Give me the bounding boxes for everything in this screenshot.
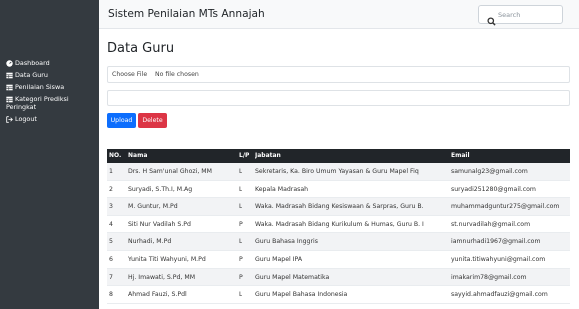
sidebar-item-dashboard[interactable]: Dashboard (0, 59, 99, 67)
cell-email: st.nurvadilah@gmail.com (451, 220, 531, 228)
table-row: 2 Suryadi, S.Th.I, M.Ag L Kepala Madrasah su… (107, 181, 570, 199)
cell-lp: L (239, 238, 243, 246)
sidebar-nav: Dashboard Data Guru Penilaian Siswa Kate… (0, 59, 99, 127)
choose-file-button[interactable]: Choose File (112, 71, 147, 78)
table-header: NO. Nama L/P Jabatan Email (107, 149, 570, 163)
upload-button[interactable]: Upload (107, 113, 136, 128)
page-title: Data Guru (107, 41, 175, 56)
sidebar-item-label: Kategori Prediksi Peringkat (6, 95, 69, 111)
sidebar-item-label: Penilaian Siswa (15, 83, 65, 91)
sidebar-item-label-line2: Peringkat (6, 103, 37, 111)
cell-lp: L (239, 168, 243, 175)
cell-no: 3 (109, 203, 113, 211)
cell-jabatan: Kepala Madrasah (255, 185, 309, 193)
cell-lp: L (239, 185, 243, 193)
search-icon (487, 11, 496, 26)
table-row: 7 Hj. Imawati, S.Pd, MM P Guru Mapel Matema… (107, 268, 570, 287)
file-input[interactable]: Choose File No file chosen (107, 66, 570, 83)
cell-no: 2 (109, 185, 113, 193)
cell-no: 1 (109, 168, 113, 175)
column-header-email: Email (451, 152, 470, 159)
table-icon (6, 72, 13, 79)
sidebar-item-logout[interactable]: Logout (0, 115, 99, 123)
cell-jabatan: Waka. Madrasah Bidang Kesiswaan & Sarpra… (255, 203, 424, 211)
text-field[interactable] (107, 90, 570, 106)
file-status-text: No file chosen (155, 71, 199, 78)
cell-nama: Suryadi, S.Th.I, M.Ag (128, 185, 193, 193)
table-row: 6 Yunita Titi Wahyuni, M.Pd P Guru Mapel IP… (107, 251, 570, 269)
cell-jabatan: Guru Mapel IPA (255, 255, 303, 263)
cell-nama: Siti Nur Vadilah S.Pd (128, 220, 191, 228)
sidebar-item-data-guru[interactable]: Data Guru (0, 71, 99, 79)
cell-no: 5 (109, 238, 113, 246)
cell-no: 4 (109, 220, 113, 228)
cell-email: samunalg23@gmail.com (451, 168, 528, 175)
cell-nama: Hj. Imawati, S.Pd, MM (128, 273, 196, 281)
delete-button[interactable]: Delete (138, 113, 167, 128)
cell-no: 7 (109, 273, 113, 281)
cell-email: iamnurhadi1967@gmail.com (451, 238, 541, 246)
table-icon (6, 84, 13, 91)
table-row: 3 M. Guntur, M.Pd L Waka. Madrasah Bidang K… (107, 198, 570, 216)
cell-nama: Yunita Titi Wahyuni, M.Pd (128, 255, 206, 263)
cell-lp: L (239, 291, 243, 299)
column-header-jabatan: Jabatan (255, 152, 281, 159)
cell-email: sayyid.ahmadfauzi@gmail.com (451, 291, 548, 299)
cell-jabatan: Guru Mapel Matematika (255, 273, 330, 281)
sidebar-item-penilaian-siswa[interactable]: Penilaian Siswa (0, 83, 99, 91)
dashboard-icon (6, 59, 13, 67)
table-icon (6, 96, 13, 103)
cell-jabatan: Guru Mapel Bahasa Indonesia (255, 291, 348, 299)
cell-email: muhammadguntur275@gmail.com (451, 203, 560, 211)
cell-no: 6 (109, 255, 113, 263)
table-row: 8 Ahmad Fauzi, S.Pdl L Guru Mapel Bahasa In… (107, 286, 570, 304)
cell-email: suryadi251280@gmail.com (451, 185, 536, 193)
cell-nama: Ahmad Fauzi, S.Pdl (128, 291, 187, 299)
cell-jabatan: Sekretaris, Ka. Biro Umum Yayasan & Guru… (255, 168, 419, 175)
cell-jabatan: Guru Bahasa Inggris (255, 238, 318, 246)
sidebar: Dashboard Data Guru Penilaian Siswa Kate… (0, 0, 99, 309)
cell-lp: L (239, 203, 243, 211)
cell-email: yunita.titiwahyuni@gmail.com (451, 255, 546, 263)
column-header-nama: Nama (128, 152, 148, 159)
cell-lp: P (239, 220, 243, 228)
table-row: 1 Drs. H Sam'unal Ghozi, MM L Sekretaris, K… (107, 163, 570, 181)
top-navbar: Sistem Penilaian MTs Annajah Search (99, 0, 579, 29)
app-title[interactable]: Sistem Penilaian MTs Annajah (108, 8, 265, 20)
sidebar-item-label: Dashboard (15, 59, 50, 67)
sidebar-item-label: Data Guru (15, 71, 48, 79)
search-placeholder: Search (498, 11, 521, 19)
cell-email: imakarim78@gmail.com (451, 273, 527, 281)
search-input[interactable]: Search (478, 5, 563, 26)
cell-no: 8 (109, 291, 113, 299)
sidebar-item-label: Logout (15, 115, 37, 123)
sidebar-item-label-line1: Kategori Prediksi (15, 95, 69, 103)
main-content: Data Guru Choose File No file chosen Upl… (99, 29, 579, 309)
sidebar-item-kategori-prediksi[interactable]: Kategori Prediksi Peringkat (0, 95, 99, 111)
cell-lp: P (239, 273, 243, 281)
table-row: 4 Siti Nur Vadilah S.Pd P Waka. Madrasah Bi… (107, 216, 570, 234)
cell-nama: M. Guntur, M.Pd (128, 203, 178, 211)
logout-icon (6, 115, 13, 123)
column-header-no: NO. (109, 152, 122, 159)
data-guru-table: NO. Nama L/P Jabatan Email 1 Drs. H Sam'u… (107, 149, 570, 304)
table-row: 5 Nurhadi, M.Pd L Guru Bahasa Inggris iamnur… (107, 233, 570, 251)
table-body: 1 Drs. H Sam'unal Ghozi, MM L Sekretaris, K… (107, 163, 570, 304)
cell-lp: P (239, 255, 243, 263)
cell-nama: Nurhadi, M.Pd (128, 238, 172, 246)
cell-nama: Drs. H Sam'unal Ghozi, MM (128, 168, 212, 175)
cell-jabatan: Waka. Madrasah Bidang Kurikulum & Humas,… (255, 220, 424, 228)
column-header-lp: L/P (239, 152, 250, 159)
